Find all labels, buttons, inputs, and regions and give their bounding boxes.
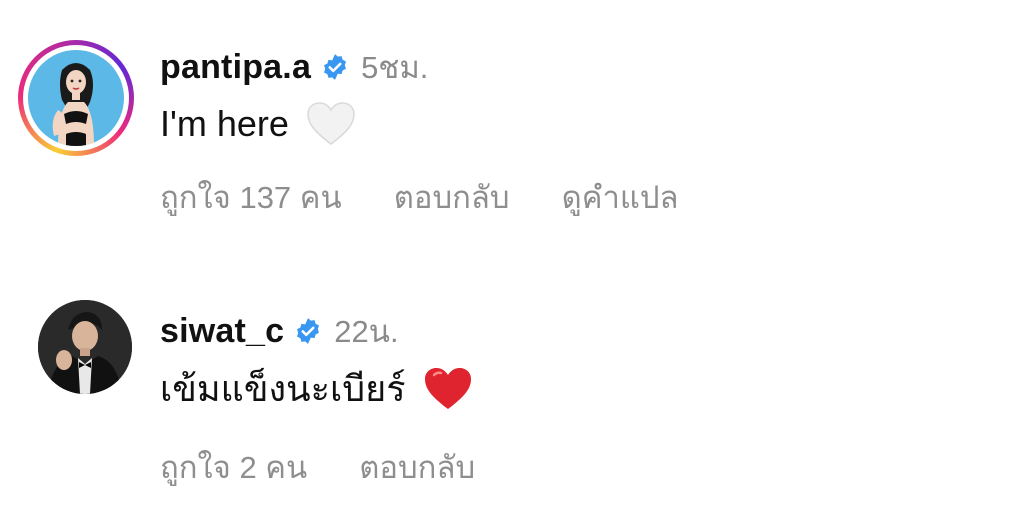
comment-body: I'm here bbox=[160, 100, 357, 148]
likes-count-link[interactable]: ถูกใจ 137 คน bbox=[160, 172, 342, 222]
comment-actions: ถูกใจ 137 คน ตอบกลับ ดูคำแปล bbox=[160, 172, 731, 222]
avatar-photo bbox=[38, 300, 132, 394]
avatar-story-ring[interactable] bbox=[18, 40, 134, 156]
avatar-ring-gap bbox=[23, 45, 129, 151]
reply-button[interactable]: ตอบกลับ bbox=[359, 442, 475, 492]
verified-badge-icon bbox=[321, 53, 349, 81]
username-link[interactable]: pantipa.a bbox=[160, 48, 311, 87]
red-heart-icon bbox=[422, 365, 474, 413]
comment-item: siwat_c 22น. เข้มแข็งนะเบียร์ ถูกใจ 2 คน… bbox=[0, 270, 1024, 521]
comment-body: เข้มแข็งนะเบียร์ bbox=[160, 360, 474, 417]
white-heart-icon bbox=[305, 100, 357, 148]
comment-header: siwat_c 22น. bbox=[160, 306, 399, 356]
comment-header: pantipa.a 5ชม. bbox=[160, 42, 428, 92]
comment-text: เข้มแข็งนะเบียร์ bbox=[160, 368, 406, 409]
comment-actions: ถูกใจ 2 คน ตอบกลับ bbox=[160, 442, 527, 492]
reply-button[interactable]: ตอบกลับ bbox=[394, 172, 510, 222]
avatar-illustration bbox=[28, 50, 124, 146]
verified-badge-icon bbox=[294, 317, 322, 345]
avatar[interactable] bbox=[28, 50, 124, 146]
comment-timestamp: 5ชม. bbox=[361, 50, 429, 85]
comment-item: pantipa.a 5ชม. I'm here ถูกใจ 137 คน ตอบ… bbox=[0, 0, 1024, 260]
see-translation-button[interactable]: ดูคำแปล bbox=[562, 172, 679, 222]
avatar[interactable] bbox=[38, 300, 132, 394]
username-link[interactable]: siwat_c bbox=[160, 312, 284, 351]
comment-timestamp: 22น. bbox=[334, 314, 399, 349]
likes-count-link[interactable]: ถูกใจ 2 คน bbox=[160, 442, 307, 492]
comment-text: I'm here bbox=[160, 103, 289, 144]
